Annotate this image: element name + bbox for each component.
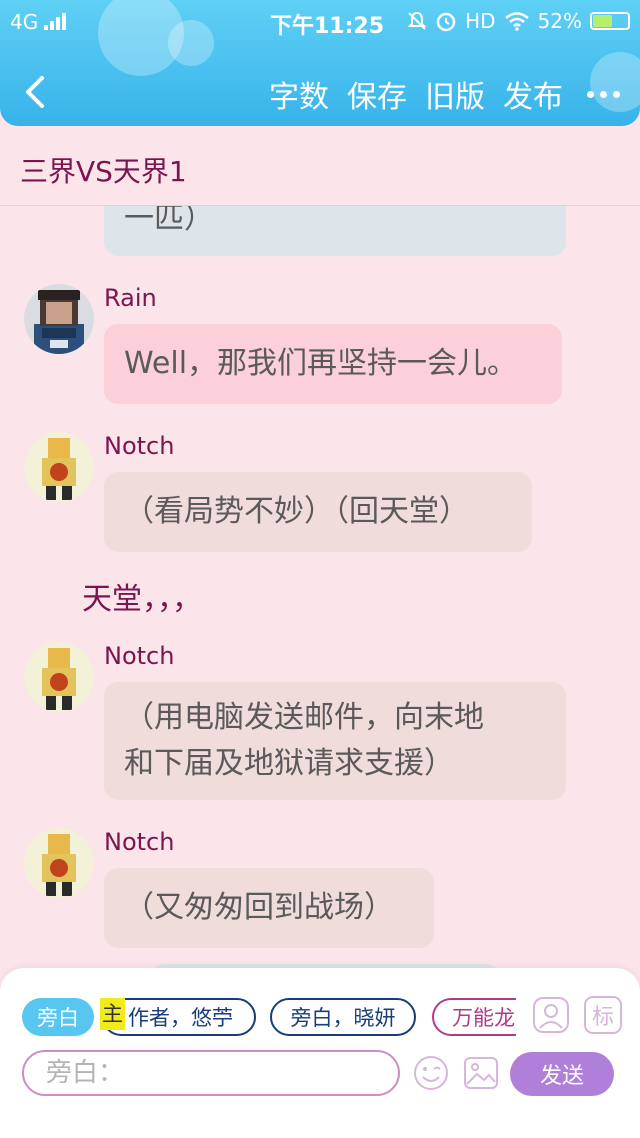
alarm-icon <box>436 12 456 32</box>
battery-percent: 52% <box>537 9 582 33</box>
message-text: （又匆匆回到战场） <box>124 890 394 925</box>
word-count-button[interactable]: 字数 <box>269 72 329 116</box>
send-button[interactable]: 发送 <box>510 1052 614 1096</box>
sender-name: Rain <box>104 284 157 312</box>
composer-panel: 旁白 作者，悠苧 主 旁白，晓妍 万能龙 标 发送 <box>0 968 640 1138</box>
avatar[interactable] <box>24 642 94 712</box>
role-chip-author[interactable]: 作者，悠苧 <box>102 998 256 1036</box>
image-icon[interactable] <box>462 1054 500 1092</box>
main-role-tag: 主 <box>100 998 125 1030</box>
message-text: 一匹） <box>124 206 214 236</box>
avatar[interactable] <box>24 432 94 502</box>
avatar[interactable] <box>24 828 94 898</box>
message-input[interactable] <box>22 1050 400 1096</box>
narration-text: 天堂，，， <box>82 582 202 617</box>
message-bubble[interactable]: （又匆匆回到战场） <box>104 868 434 948</box>
message-text: Well，那我们再坚持一会儿。 <box>124 346 518 381</box>
story-title: 三界VS天界1 <box>20 155 187 188</box>
message-bubble[interactable]: 一匹） <box>104 206 566 256</box>
save-button[interactable]: 保存 <box>347 72 407 116</box>
chat-area[interactable]: 一匹） Rain Well，那我们再坚持一会儿。 Notch （看局势不妙）（回… <box>0 206 640 976</box>
wifi-icon <box>504 12 529 31</box>
signal-icon <box>44 13 67 30</box>
message-bubble[interactable]: （看局势不妙）（回天堂） <box>104 472 532 552</box>
publish-button[interactable]: 发布 <box>503 72 563 116</box>
hd-label: HD <box>465 9 496 33</box>
smiley-icon[interactable] <box>412 1054 450 1092</box>
sender-name: Notch <box>104 642 175 670</box>
message-bubble[interactable]: Well，那我们再坚持一会儿。 <box>104 324 562 404</box>
mute-bell-icon <box>407 11 427 30</box>
message-text: （看局势不妙）（回天堂） <box>124 494 469 529</box>
top-app-bar: 4G 下午11:25 HD 52% 字数 保存 旧版 发布 <box>0 0 640 126</box>
person-icon[interactable] <box>532 996 570 1034</box>
role-chip-xiaoyan[interactable]: 旁白，晓妍 <box>270 998 416 1036</box>
message-text-line: （用电脑发送邮件，向末地 <box>124 700 484 735</box>
avatar[interactable] <box>24 284 94 354</box>
message-text-line: 和下届及地狱请求支援） <box>124 746 454 781</box>
story-title-bar: 三界VS天界1 <box>0 126 640 206</box>
clock: 下午11:25 <box>270 14 385 39</box>
back-button[interactable] <box>20 74 50 110</box>
battery-fill <box>593 15 612 27</box>
role-chip-wanneng[interactable]: 万能龙 <box>432 998 516 1036</box>
more-icon[interactable] <box>581 90 626 98</box>
message-bubble[interactable]: （用电脑发送邮件，向末地 和下届及地狱请求支援） <box>104 682 566 800</box>
toolbar-actions: 字数 保存 旧版 发布 <box>269 72 626 116</box>
sender-name: Notch <box>104 828 175 856</box>
network-label: 4G <box>10 10 39 34</box>
old-version-button[interactable]: 旧版 <box>425 72 485 116</box>
sender-name: Notch <box>104 432 175 460</box>
status-bar: 4G 下午11:25 HD 52% <box>0 0 640 44</box>
battery-icon <box>590 12 630 30</box>
role-chip-narrator[interactable]: 旁白 <box>22 998 94 1036</box>
label-button[interactable]: 标 <box>584 996 622 1034</box>
